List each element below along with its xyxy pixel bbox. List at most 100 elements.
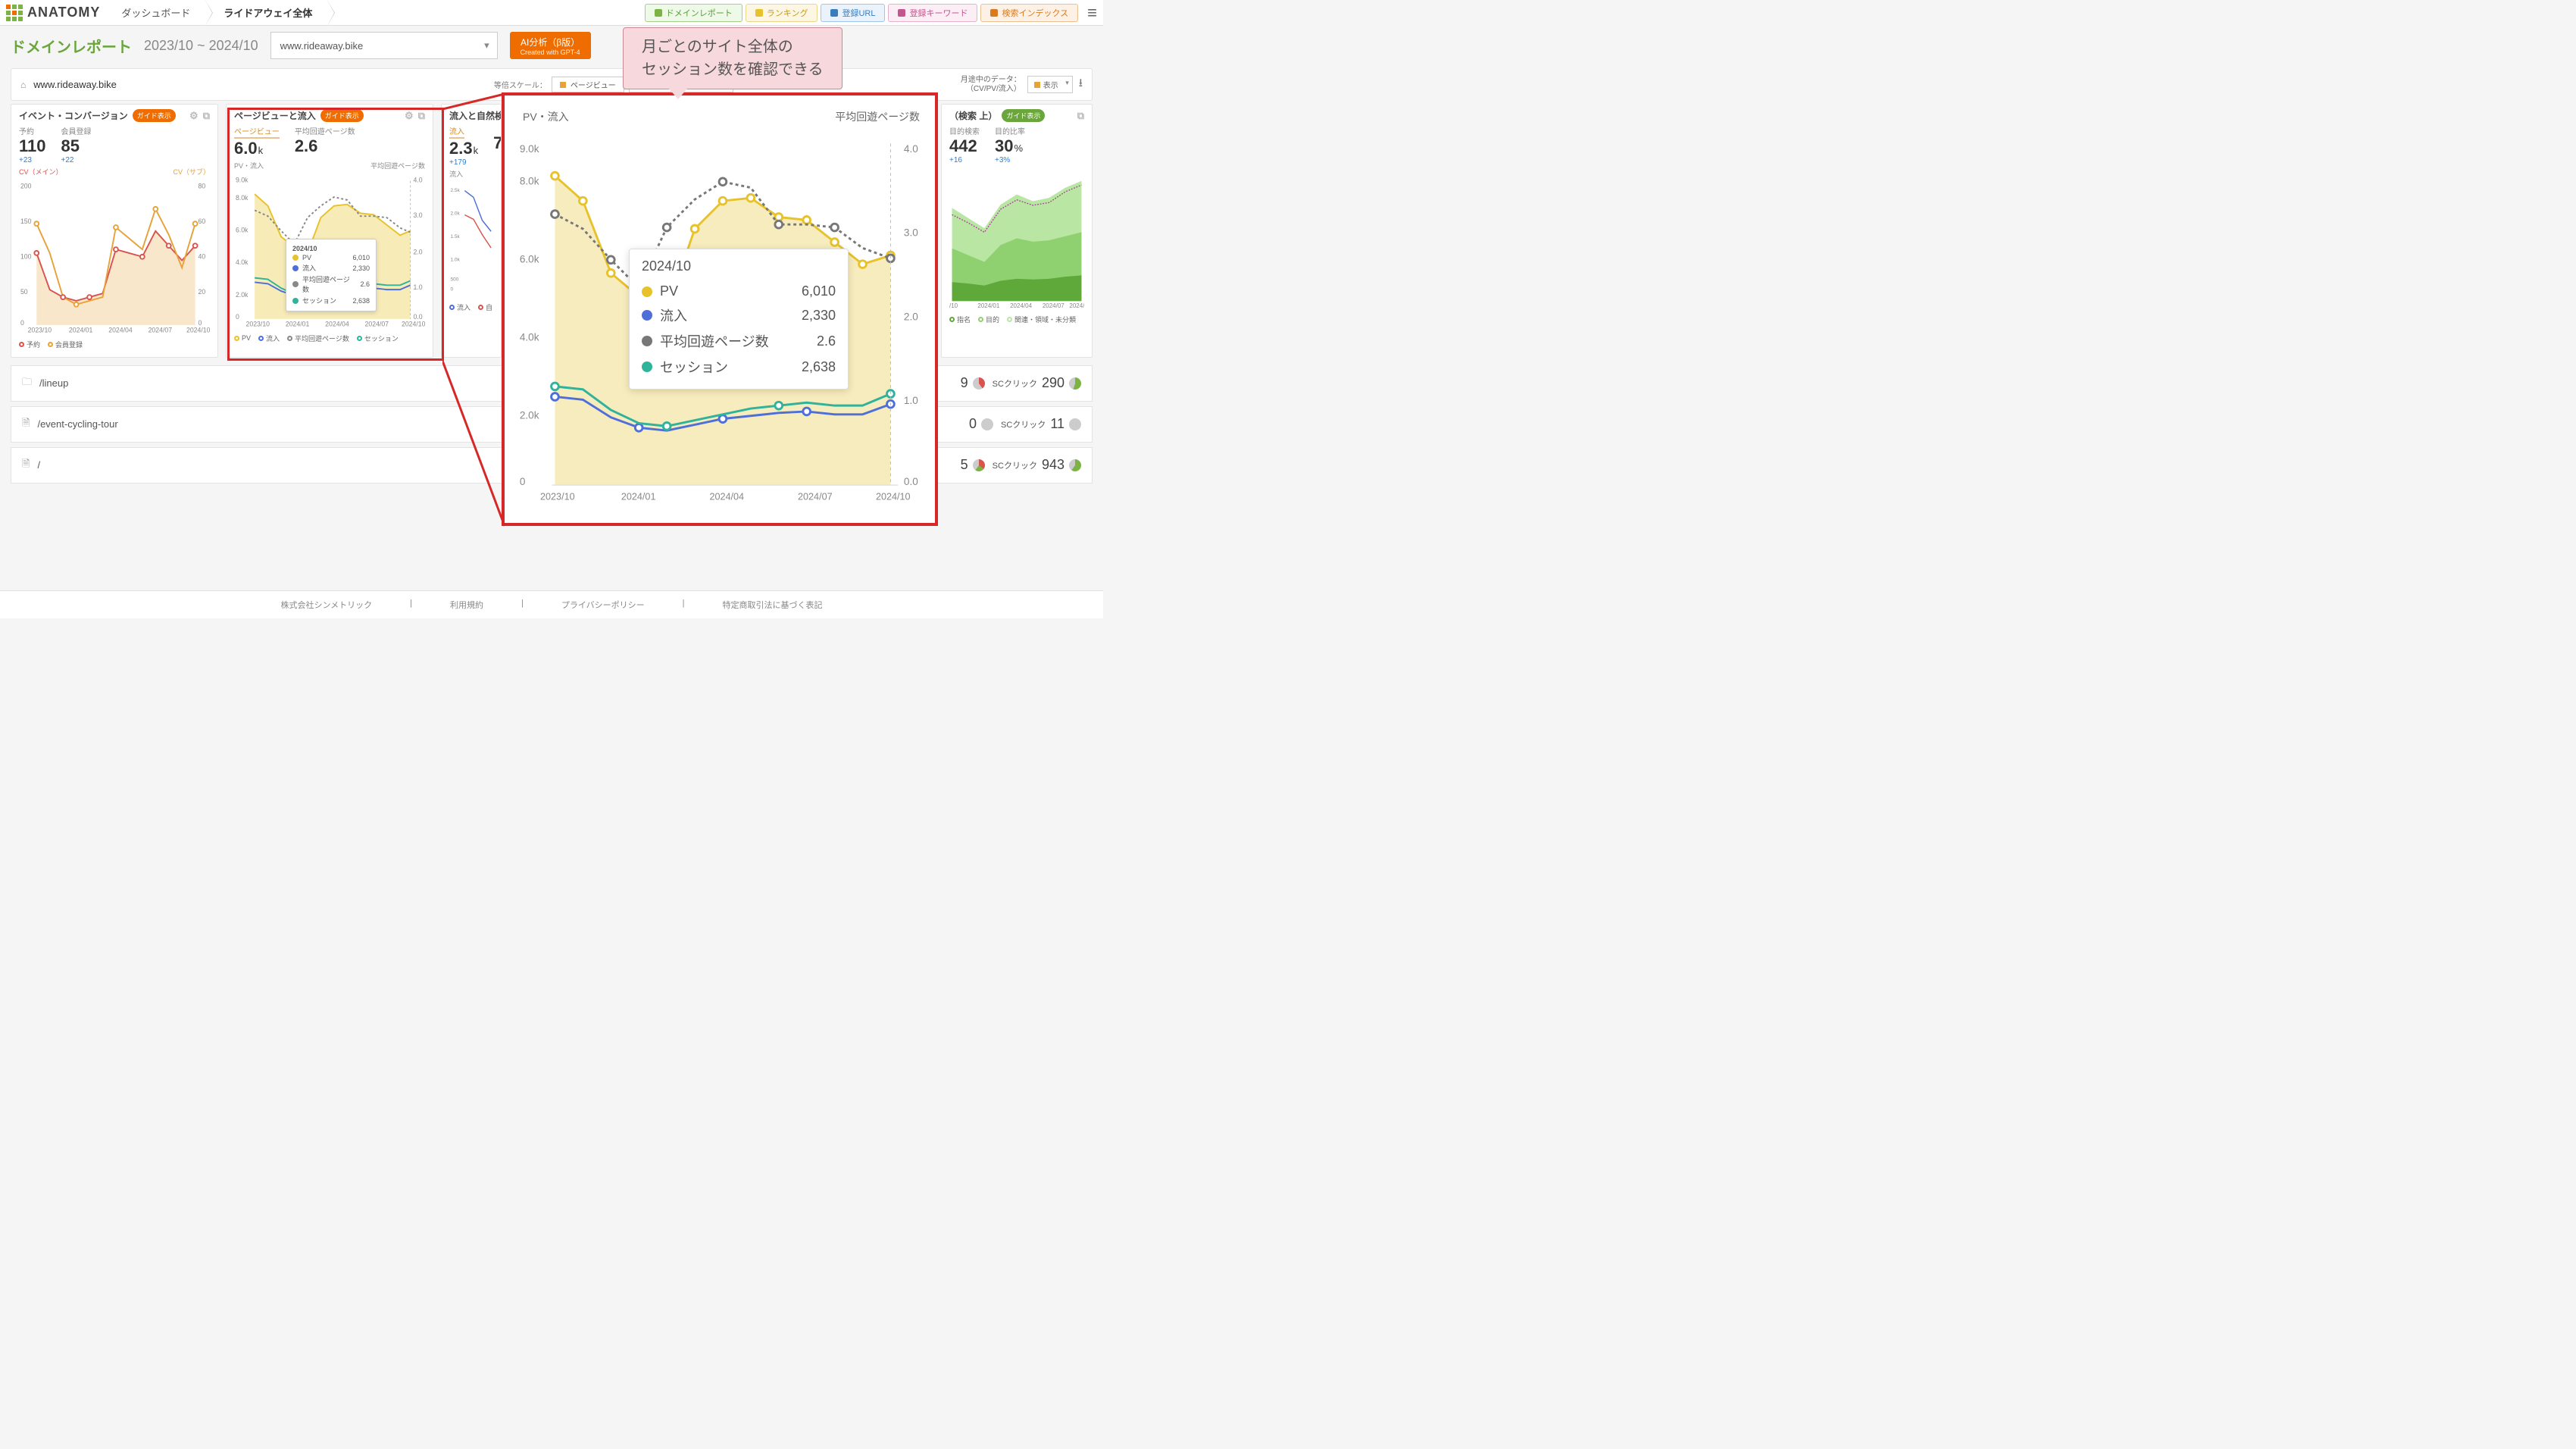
svg-text:150: 150 — [20, 218, 32, 225]
footer-privacy[interactable]: プライバシーポリシー — [554, 599, 652, 611]
svg-text:3.0: 3.0 — [904, 227, 918, 239]
domain-dropdown[interactable]: www.rideaway.bike — [270, 32, 498, 59]
card-conversion: イベント・コンバージョン ガイド表示 ⚙⧉ 予約110+23 会員登録85+22… — [11, 104, 218, 358]
guide-badge[interactable]: ガイド表示 — [320, 109, 364, 122]
card-title: 流入と自然検索 — [449, 109, 502, 122]
square-icon — [990, 9, 998, 17]
breadcrumb-dashboard[interactable]: ダッシュボード — [103, 0, 205, 26]
copy-icon[interactable]: ⧉ — [1077, 110, 1084, 122]
guide-badge[interactable]: ガイド表示 — [133, 109, 176, 122]
svg-text:0.0: 0.0 — [904, 476, 918, 487]
footer-terms[interactable]: 利用規約 — [442, 599, 491, 611]
tab-search-index[interactable]: 検索インデックス — [980, 4, 1078, 22]
home-icon: ⌂ — [20, 80, 26, 90]
svg-text:0: 0 — [236, 313, 239, 321]
svg-text:2023/10: 2023/10 — [28, 327, 52, 334]
pie-icon — [1069, 377, 1081, 390]
footer-company[interactable]: 株式会社シンメトリック — [273, 599, 380, 611]
svg-text:20: 20 — [198, 288, 205, 296]
svg-text:4.0: 4.0 — [413, 177, 422, 184]
svg-text:8.0k: 8.0k — [236, 194, 249, 202]
zoom-axis-right: 平均回遊ページ数 — [835, 109, 920, 124]
svg-text:6.0k: 6.0k — [236, 227, 249, 234]
month-data-option: 月途中のデータ：（CV/PV/流入） 表示 ⭳ — [961, 75, 1083, 94]
svg-text:2023/10: 2023/10 — [246, 321, 270, 328]
svg-text:2024/01: 2024/01 — [977, 302, 999, 309]
guide-badge[interactable]: ガイド表示 — [1002, 109, 1045, 122]
pie-icon — [973, 377, 985, 390]
tab-domain-report[interactable]: ドメインレポート — [645, 4, 742, 22]
tab-registered-keyword[interactable]: 登録キーワード — [888, 4, 977, 22]
card-title: イベント・コンバージョン — [19, 109, 128, 122]
dot-icon — [642, 310, 652, 321]
svg-text:3.0: 3.0 — [413, 211, 422, 219]
gear-icon[interactable]: ⚙ — [405, 110, 414, 122]
square-icon — [898, 9, 905, 17]
page-title: ドメインレポート — [11, 35, 132, 57]
svg-text:0: 0 — [520, 476, 526, 487]
svg-text:2024/04: 2024/04 — [709, 491, 744, 502]
conversion-chart[interactable]: 200150100500 806040200 2023/102024/01202… — [19, 180, 210, 336]
footer-law[interactable]: 特定商取引法に基づく表記 — [715, 599, 830, 611]
svg-text:500: 500 — [450, 277, 458, 283]
svg-text:2.0: 2.0 — [413, 249, 422, 256]
download-icon[interactable]: ⭳ — [1079, 75, 1083, 94]
svg-text:9.0k: 9.0k — [236, 177, 249, 184]
svg-text:2.5k: 2.5k — [450, 188, 460, 193]
svg-text:2024/10: 2024/10 — [186, 327, 210, 334]
svg-text:9.0k: 9.0k — [520, 143, 539, 155]
tab-ranking[interactable]: ランキング — [746, 4, 818, 22]
svg-text:1.0: 1.0 — [413, 283, 422, 291]
svg-text:2024/10: 2024/10 — [1069, 302, 1084, 309]
ai-analysis-button[interactable]: AI分析（β版） Created with GPT-4 — [510, 32, 591, 59]
svg-text:2.0k: 2.0k — [450, 211, 460, 217]
subheader: ドメインレポート 2023/10 ~ 2024/10 www.rideaway.… — [0, 26, 1103, 65]
card-search: （検索 上） ガイド表示 ⧉ 目的検索442+16 目的比率30%+3% /10… — [941, 104, 1093, 358]
dot-icon — [642, 336, 652, 346]
search-chart[interactable]: /102024/012024/042024/072024/10 — [949, 167, 1084, 311]
svg-text:2024/04: 2024/04 — [1010, 302, 1032, 309]
breadcrumb: ダッシュボード ライドアウェイ全体 — [103, 0, 327, 26]
month-data-select[interactable]: 表示 — [1027, 76, 1073, 93]
domain-host[interactable]: www.rideaway.bike — [33, 79, 117, 90]
pie-icon — [981, 418, 993, 430]
card-inflow: 流入と自然検索 流入2.3k+179 7 流入 2.5k2.0k1.5k1.0k… — [441, 104, 502, 358]
svg-text:2024/01: 2024/01 — [69, 327, 93, 334]
page-path: /lineup — [39, 377, 68, 389]
svg-text:2.0: 2.0 — [904, 311, 918, 322]
svg-text:1.5k: 1.5k — [450, 234, 460, 239]
page-path: /event-cycling-tour — [37, 418, 117, 430]
copy-icon[interactable]: ⧉ — [203, 110, 210, 122]
footer: 株式会社シンメトリック | 利用規約 | プライバシーポリシー | 特定商取引法… — [0, 590, 1103, 618]
breadcrumb-site[interactable]: ライドアウェイ全体 — [205, 0, 327, 26]
card-title: （検索 上） — [949, 109, 997, 122]
hamburger-menu-icon[interactable]: ≡ — [1087, 3, 1097, 23]
zoom-chart-overlay: PV・流入 平均回遊ページ数 9.0k 8.0k 6.0k 4.0k 2.0k … — [502, 92, 938, 526]
file-icon: 🗎 — [22, 457, 30, 474]
svg-text:4.0k: 4.0k — [520, 332, 539, 343]
svg-text:0: 0 — [198, 319, 202, 327]
svg-text:2024/10: 2024/10 — [876, 491, 911, 502]
dot-icon — [642, 286, 652, 297]
brand-logo[interactable]: ANATOMY — [6, 5, 100, 21]
svg-text:50: 50 — [20, 288, 28, 296]
logo-grid-icon — [6, 5, 23, 21]
svg-text:200: 200 — [20, 183, 32, 190]
svg-text:2024/07: 2024/07 — [798, 491, 833, 502]
gear-icon[interactable]: ⚙ — [189, 110, 199, 122]
svg-text:2024/10: 2024/10 — [402, 321, 425, 328]
svg-text:2024/01: 2024/01 — [621, 491, 656, 502]
folder-icon: 🗀 — [22, 375, 32, 392]
scale-pv[interactable]: ページビュー — [552, 77, 624, 92]
file-icon: 🗎 — [22, 416, 30, 433]
pv-chart[interactable]: 9.0k8.0k6.0k4.0k2.0k0 4.03.02.01.00.0 20… — [234, 174, 425, 330]
svg-text:1.0: 1.0 — [904, 395, 918, 406]
tab-registered-url[interactable]: 登録URL — [821, 4, 885, 22]
svg-text:4.0: 4.0 — [904, 143, 918, 155]
svg-text:2023/10: 2023/10 — [540, 491, 575, 502]
svg-text:4.0k: 4.0k — [236, 258, 249, 266]
zoom-axis-left: PV・流入 — [523, 109, 569, 124]
copy-icon[interactable]: ⧉ — [418, 110, 425, 122]
svg-text:1.0k: 1.0k — [450, 257, 460, 262]
svg-text:2024/04: 2024/04 — [325, 321, 349, 328]
